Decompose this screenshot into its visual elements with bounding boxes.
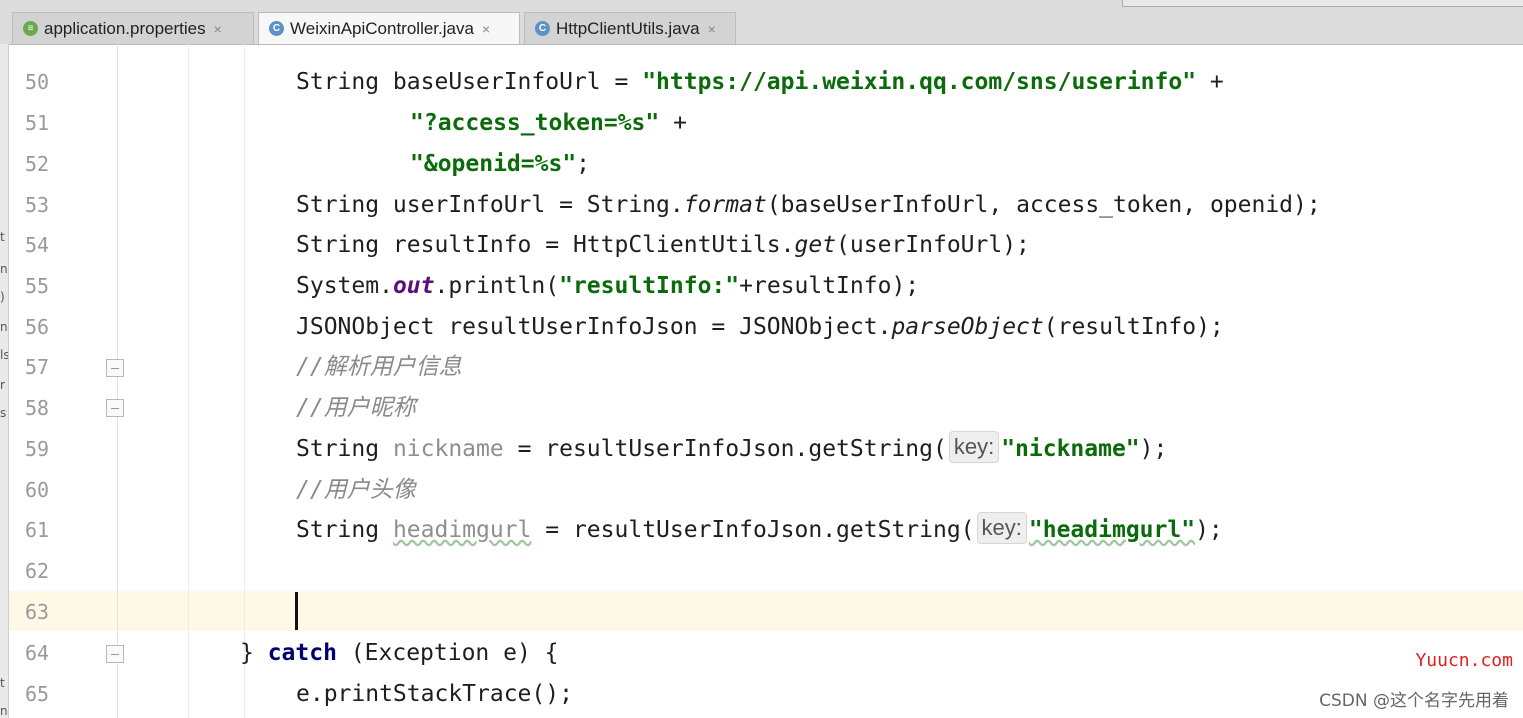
line-number: 54 xyxy=(25,233,50,257)
java-class-icon: C xyxy=(269,21,284,36)
tab-application-properties[interactable]: ≡ application.properties × xyxy=(12,12,254,44)
tab-weixin-api-controller[interactable]: C WeixinApiController.java × xyxy=(258,12,520,44)
properties-file-icon: ≡ xyxy=(23,21,38,36)
toolbar-fragment xyxy=(1122,0,1523,7)
line-number: 52 xyxy=(25,152,50,176)
line-number: 63 xyxy=(25,600,50,624)
text-caret xyxy=(295,592,298,630)
editor-tab-bar: ≡ application.properties × C WeixinApiCo… xyxy=(0,0,1523,45)
line-number: 57 xyxy=(25,355,50,379)
code-line-55: System.out.println("resultInfo:"+resultI… xyxy=(296,273,920,299)
code-line-51: "?access_token=%s" + xyxy=(410,110,687,136)
csdn-watermark: CSDN @这个名字先用着 xyxy=(1319,691,1509,711)
line-number: 58 xyxy=(25,396,50,420)
tab-http-client-utils[interactable]: C HttpClientUtils.java × xyxy=(524,12,736,44)
code-line-53: String userInfoUrl = String.format(baseU… xyxy=(296,192,1321,218)
indent-guide xyxy=(244,44,245,718)
line-number: 56 xyxy=(25,315,50,339)
code-line-59: String nickname = resultUserInfoJson.get… xyxy=(296,429,1167,469)
line-number: 61 xyxy=(25,518,50,542)
line-number-gutter: 50 51 52 53 54 55 56 57 58 59 60 61 62 6… xyxy=(9,44,118,718)
java-class-icon: C xyxy=(535,21,550,36)
code-line-50: String baseUserInfoUrl = "https://api.we… xyxy=(296,69,1224,95)
close-icon[interactable]: × xyxy=(214,21,222,37)
close-icon[interactable]: × xyxy=(482,21,490,37)
code-line-54: String resultInfo = HttpClientUtils.get(… xyxy=(296,232,1030,258)
line-number: 64 xyxy=(25,641,50,665)
line-number: 60 xyxy=(25,478,50,502)
line-number: 53 xyxy=(25,193,50,217)
code-line-65: e.printStackTrace(); xyxy=(296,681,573,707)
line-number: 55 xyxy=(25,274,50,298)
tab-label: HttpClientUtils.java xyxy=(556,18,700,38)
tab-label: application.properties xyxy=(44,18,206,38)
tab-label: WeixinApiController.java xyxy=(290,18,474,38)
parameter-hint: key: xyxy=(948,431,1000,463)
code-comment-58: //用户昵称 xyxy=(296,395,416,421)
parameter-hint: key: xyxy=(976,512,1027,544)
line-number: 65 xyxy=(25,682,50,706)
line-number: 51 xyxy=(25,111,50,135)
line-number: 62 xyxy=(25,559,50,583)
line-number: 50 xyxy=(25,70,50,94)
line-number: 59 xyxy=(25,437,50,461)
code-line-61: String headimgurl = resultUserInfoJson.g… xyxy=(296,510,1223,550)
left-tool-strip: t n) n ls r stn xyxy=(0,44,9,718)
code-editor[interactable]: String baseUserInfoUrl = "https://api.we… xyxy=(118,44,1523,718)
close-icon[interactable]: × xyxy=(708,21,716,37)
indent-guide xyxy=(188,44,189,718)
current-line-highlight xyxy=(118,591,1523,631)
code-line-64: } catch (Exception e) { xyxy=(240,640,559,666)
code-line-56: JSONObject resultUserInfoJson = JSONObje… xyxy=(296,314,1224,340)
code-comment-57: //解析用户信息 xyxy=(296,354,462,380)
code-line-52: "&openid=%s"; xyxy=(410,151,591,177)
site-watermark: Yuucn.com xyxy=(1415,650,1513,671)
code-comment-60: //用户头像 xyxy=(296,477,416,503)
